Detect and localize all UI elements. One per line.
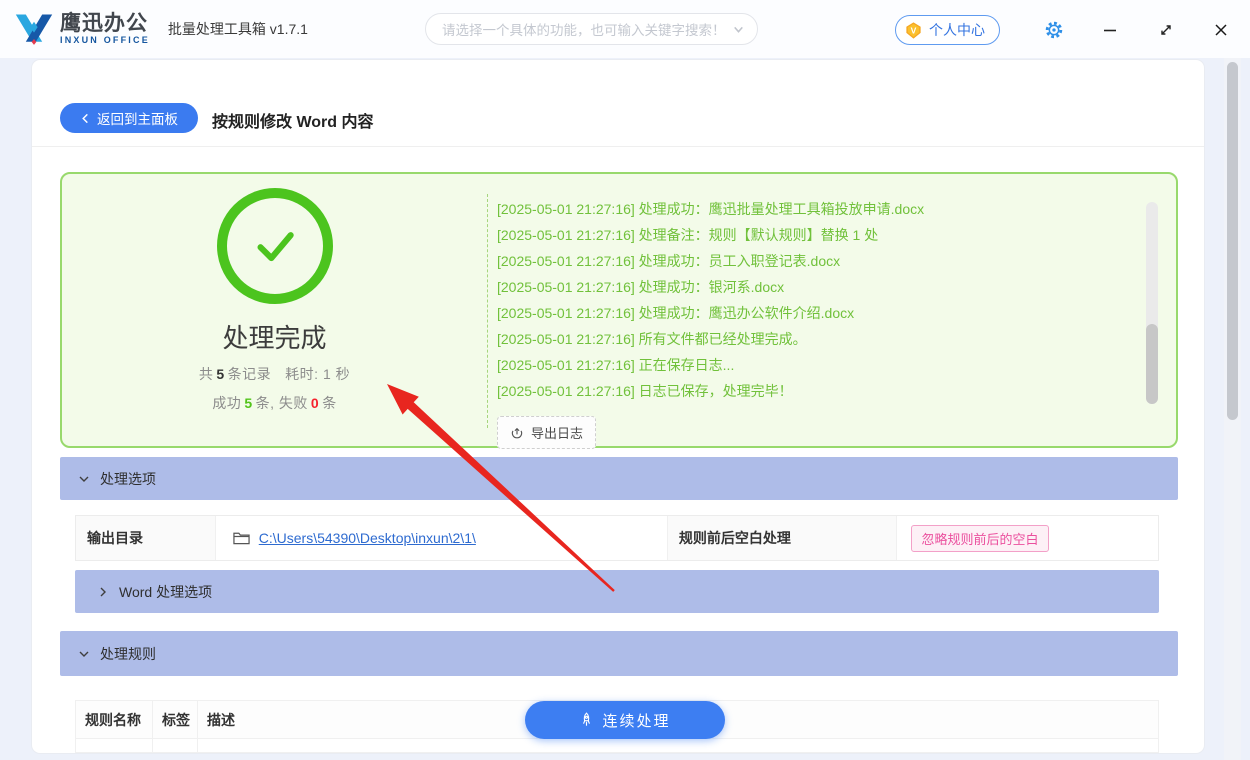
whitespace-badge[interactable]: 忽略规则前后的空白 <box>911 525 1048 552</box>
chevron-right-icon <box>97 586 109 598</box>
section-options-label: 处理选项 <box>100 469 156 489</box>
folder-icon <box>233 531 250 545</box>
minimize-icon[interactable] <box>1099 19 1121 41</box>
log-line: [2025-05-01 21:27:16] 处理成功：鹰迅批量处理工具箱投放申请… <box>497 196 1106 222</box>
account-center-button[interactable]: V 个人中心 <box>895 15 1000 45</box>
rocket-icon <box>579 712 594 728</box>
close-icon[interactable] <box>1210 19 1232 41</box>
continue-process-button[interactable]: 连续处理 <box>525 701 725 739</box>
divider <box>32 146 1204 147</box>
log-line: [2025-05-01 21:27:16] 日志已保存，处理完毕！ <box>497 378 1106 404</box>
fail-count: 0 <box>308 395 322 411</box>
vip-badge-icon: V <box>904 21 923 40</box>
main-panel: 返回到主面板 按规则修改 Word 内容 处理完成 共5条记录耗时: 1 秒 成… <box>32 60 1204 753</box>
function-search-select[interactable]: 请选择一个具体的功能，也可输入关键字搜索！ <box>425 13 758 45</box>
export-upload-icon <box>510 426 524 440</box>
search-placeholder: 请选择一个具体的功能，也可输入关键字搜索！ <box>442 19 732 39</box>
back-to-dashboard-button[interactable]: 返回到主面板 <box>60 103 198 133</box>
brand-name-cn: 鹰迅办公 <box>60 13 150 34</box>
window-scrollbar-thumb[interactable] <box>1227 62 1238 420</box>
export-log-button[interactable]: 导出日志 <box>497 416 596 449</box>
total-count: 5 <box>213 366 227 382</box>
log-line: [2025-05-01 21:27:16] 所有文件都已经处理完成。 <box>497 326 1106 352</box>
options-row: 输出目录 C:\Users\54390\Desktop\inxun\2\1\ 规… <box>75 515 1159 561</box>
logo-x-icon <box>14 10 54 48</box>
log-scrollbar-track[interactable] <box>1146 202 1158 404</box>
export-log-label: 导出日志 <box>531 423 583 442</box>
chevron-down-icon <box>78 473 90 485</box>
elapsed-seconds: 1 <box>323 366 331 382</box>
svg-text:V: V <box>911 25 917 35</box>
success-check-icon <box>217 188 333 304</box>
settings-gear-icon[interactable] <box>1043 19 1065 41</box>
brand-name-en: INXUN OFFICE <box>60 36 150 45</box>
continue-process-label: 连续处理 <box>602 710 670 731</box>
log-scrollbar-thumb[interactable] <box>1146 324 1158 404</box>
account-center-label: 个人中心 <box>929 20 985 40</box>
log-line: [2025-05-01 21:27:16] 正在保存日志... <box>497 352 1106 378</box>
back-button-label: 返回到主面板 <box>97 108 178 128</box>
section-header-rules[interactable]: 处理规则 <box>60 631 1178 676</box>
result-panel: 处理完成 共5条记录耗时: 1 秒 成功5条, 失败0条 [2025-05-01… <box>60 172 1178 448</box>
status-title: 处理完成 <box>222 318 326 355</box>
log-line: [2025-05-01 21:27:16] 处理成功：银河系.docx <box>497 274 1106 300</box>
col-rule-name: 规则名称 <box>76 701 153 738</box>
result-summary: 处理完成 共5条记录耗时: 1 秒 成功5条, 失败0条 <box>62 174 487 446</box>
log-area: [2025-05-01 21:27:16] 处理成功：鹰迅批量处理工具箱投放申请… <box>487 194 1176 428</box>
whitespace-option-value: 忽略规则前后的空白 <box>897 516 1158 560</box>
titlebar: 鹰迅办公 INXUN OFFICE 批量处理工具箱 v1.7.1 请选择一个具体… <box>0 0 1250 58</box>
section-header-word-options[interactable]: Word 处理选项 <box>75 570 1159 613</box>
output-dir-value: C:\Users\54390\Desktop\inxun\2\1\ <box>216 516 668 560</box>
output-dir-label: 输出目录 <box>76 516 216 560</box>
resize-window-icon[interactable] <box>1155 19 1177 41</box>
rules-table-row <box>76 739 1158 753</box>
chevron-down-icon <box>78 648 90 660</box>
log-line: [2025-05-01 21:27:16] 处理成功：鹰迅办公软件介绍.docx <box>497 300 1106 326</box>
whitespace-option-label: 规则前后空白处理 <box>668 516 898 560</box>
section-rules-label: 处理规则 <box>100 644 156 664</box>
app-title-version: 批量处理工具箱 v1.7.1 <box>168 19 308 39</box>
chevron-down-icon <box>732 23 745 36</box>
output-dir-link[interactable]: C:\Users\54390\Desktop\inxun\2\1\ <box>259 530 476 546</box>
stat-line-results: 成功5条, 失败0条 <box>212 393 336 413</box>
success-count: 5 <box>241 395 255 411</box>
page-title: 按规则修改 Word 内容 <box>212 108 373 132</box>
log-line: [2025-05-01 21:27:16] 处理备注：规则【默认规则】替换 1 … <box>497 222 1106 248</box>
app-logo: 鹰迅办公 INXUN OFFICE <box>14 10 150 48</box>
word-options-label: Word 处理选项 <box>119 582 212 602</box>
log-line: [2025-05-01 21:27:16] 处理成功：员工入职登记表.docx <box>497 248 1106 274</box>
stat-line-totals: 共5条记录耗时: 1 秒 <box>199 364 350 384</box>
col-tag: 标签 <box>153 701 198 738</box>
section-header-options[interactable]: 处理选项 <box>60 457 1178 500</box>
